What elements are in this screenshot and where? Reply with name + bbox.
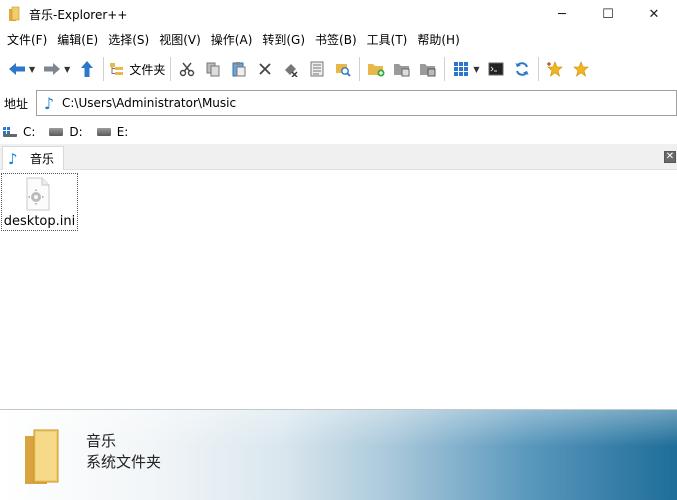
address-label: 地址 bbox=[4, 96, 29, 111]
forward-dropdown-icon[interactable]: ▼ bbox=[64, 65, 70, 74]
display-item-type: 系统文件夹 bbox=[86, 453, 162, 471]
drive-label: C: bbox=[23, 125, 36, 139]
drive-e[interactable]: E: bbox=[96, 125, 129, 139]
bookmark-add-icon bbox=[547, 61, 564, 77]
toolbar-separator bbox=[538, 57, 540, 81]
bookmarks-icon bbox=[573, 61, 590, 77]
display-item-name: 音乐 bbox=[86, 432, 117, 450]
new-folder-button[interactable] bbox=[365, 56, 387, 82]
toolbar-separator bbox=[359, 57, 361, 81]
up-button[interactable] bbox=[76, 56, 98, 82]
menu-go[interactable]: 转到(G) bbox=[257, 29, 310, 51]
tab-label: 音乐 bbox=[30, 152, 55, 166]
cut-icon bbox=[180, 62, 195, 77]
search-button[interactable] bbox=[332, 56, 354, 82]
folders-icon bbox=[110, 63, 124, 75]
settings-file-icon bbox=[26, 177, 50, 211]
up-arrow-icon bbox=[81, 61, 94, 77]
copy-button[interactable] bbox=[202, 56, 224, 82]
paste-button[interactable] bbox=[228, 56, 250, 82]
paste-icon bbox=[232, 62, 246, 77]
delete-button[interactable] bbox=[254, 56, 276, 82]
tab-strip: ♪ 音乐 ✕ bbox=[0, 144, 677, 170]
display-window: 音乐 系统文件夹 bbox=[0, 409, 677, 500]
music-note-icon: ♪ bbox=[43, 93, 55, 113]
command-prompt-icon bbox=[488, 62, 504, 76]
folders-label: 文件夹 bbox=[129, 62, 166, 77]
views-icon bbox=[454, 62, 469, 76]
forward-arrow-icon bbox=[44, 63, 61, 75]
bookmarks-button[interactable] bbox=[570, 56, 592, 82]
menu-bookmarks[interactable]: 书签(B) bbox=[310, 29, 362, 51]
menu-help[interactable]: 帮助(H) bbox=[412, 29, 464, 51]
delete-permanently-button[interactable] bbox=[280, 56, 302, 82]
system-folder-icon bbox=[25, 429, 59, 484]
drive-label: E: bbox=[116, 125, 129, 139]
hard-drive-icon bbox=[96, 128, 111, 136]
menu-file[interactable]: 文件(F) bbox=[2, 29, 52, 51]
refresh-icon bbox=[515, 62, 529, 76]
file-list-view[interactable]: desktop.ini bbox=[0, 171, 677, 409]
drive-c[interactable]: C: bbox=[3, 125, 35, 139]
minimize-button[interactable]: ─ bbox=[539, 0, 585, 28]
menu-edit[interactable]: 编辑(E) bbox=[52, 29, 103, 51]
drive-label: D: bbox=[69, 125, 83, 139]
bookmark-add-button[interactable] bbox=[544, 56, 566, 82]
properties-icon bbox=[310, 61, 324, 77]
address-input[interactable] bbox=[62, 96, 652, 110]
maximize-button[interactable]: ☐ bbox=[585, 0, 631, 28]
window-controls: ─ ☐ ✕ bbox=[539, 0, 677, 28]
close-button[interactable]: ✕ bbox=[631, 0, 677, 28]
views-dropdown-icon[interactable]: ▼ bbox=[473, 65, 479, 74]
views-button[interactable] bbox=[450, 56, 472, 82]
hard-drive-icon bbox=[49, 128, 64, 136]
file-name: desktop.ini bbox=[3, 214, 76, 229]
window-title: 音乐-Explorer++ bbox=[29, 7, 128, 22]
system-drive-icon bbox=[3, 127, 17, 137]
tab-music[interactable]: ♪ 音乐 bbox=[2, 146, 64, 170]
menu-tools[interactable]: 工具(T) bbox=[362, 29, 413, 51]
new-folder-icon bbox=[368, 64, 385, 77]
menu-bar: 文件(F) 编辑(E) 选择(S) 视图(V) 操作(A) 转到(G) 书签(B… bbox=[0, 29, 677, 51]
delete-icon bbox=[259, 63, 271, 75]
forward-button[interactable] bbox=[41, 56, 63, 82]
move-to-button[interactable] bbox=[417, 56, 439, 82]
drives-bar: C: D: E: bbox=[0, 121, 677, 143]
search-icon bbox=[336, 64, 351, 77]
drive-d[interactable]: D: bbox=[49, 125, 83, 139]
toolbar-separator bbox=[103, 57, 105, 81]
menu-view[interactable]: 视图(V) bbox=[154, 29, 206, 51]
menu-select[interactable]: 选择(S) bbox=[103, 29, 154, 51]
close-tab-icon[interactable]: ✕ bbox=[664, 151, 676, 163]
app-folder-icon bbox=[7, 6, 23, 22]
toolbar-separator bbox=[444, 57, 446, 81]
cut-button[interactable] bbox=[176, 56, 198, 82]
menu-actions[interactable]: 操作(A) bbox=[206, 29, 258, 51]
properties-button[interactable] bbox=[306, 56, 328, 82]
back-button[interactable] bbox=[6, 56, 28, 82]
music-note-icon: ♪ bbox=[8, 149, 18, 168]
title-bar: 音乐-Explorer++ ─ ☐ ✕ bbox=[0, 0, 677, 28]
command-prompt-button[interactable] bbox=[485, 56, 507, 82]
folders-button[interactable]: 文件夹 bbox=[109, 56, 165, 82]
address-bar: 地址 ♪ bbox=[0, 88, 677, 118]
copy-to-icon bbox=[394, 64, 410, 77]
list-item[interactable]: desktop.ini bbox=[1, 173, 78, 231]
main-toolbar: ▼ ▼ 文件夹 ▼ bbox=[0, 53, 677, 85]
move-to-icon bbox=[420, 64, 436, 77]
toolbar-separator bbox=[170, 57, 172, 81]
back-dropdown-icon[interactable]: ▼ bbox=[29, 65, 35, 74]
back-arrow-icon bbox=[9, 63, 25, 75]
delete-permanently-icon bbox=[285, 64, 298, 77]
copy-to-button[interactable] bbox=[391, 56, 413, 82]
copy-icon bbox=[206, 62, 220, 77]
refresh-button[interactable] bbox=[511, 56, 533, 82]
address-box[interactable]: ♪ bbox=[36, 90, 677, 116]
